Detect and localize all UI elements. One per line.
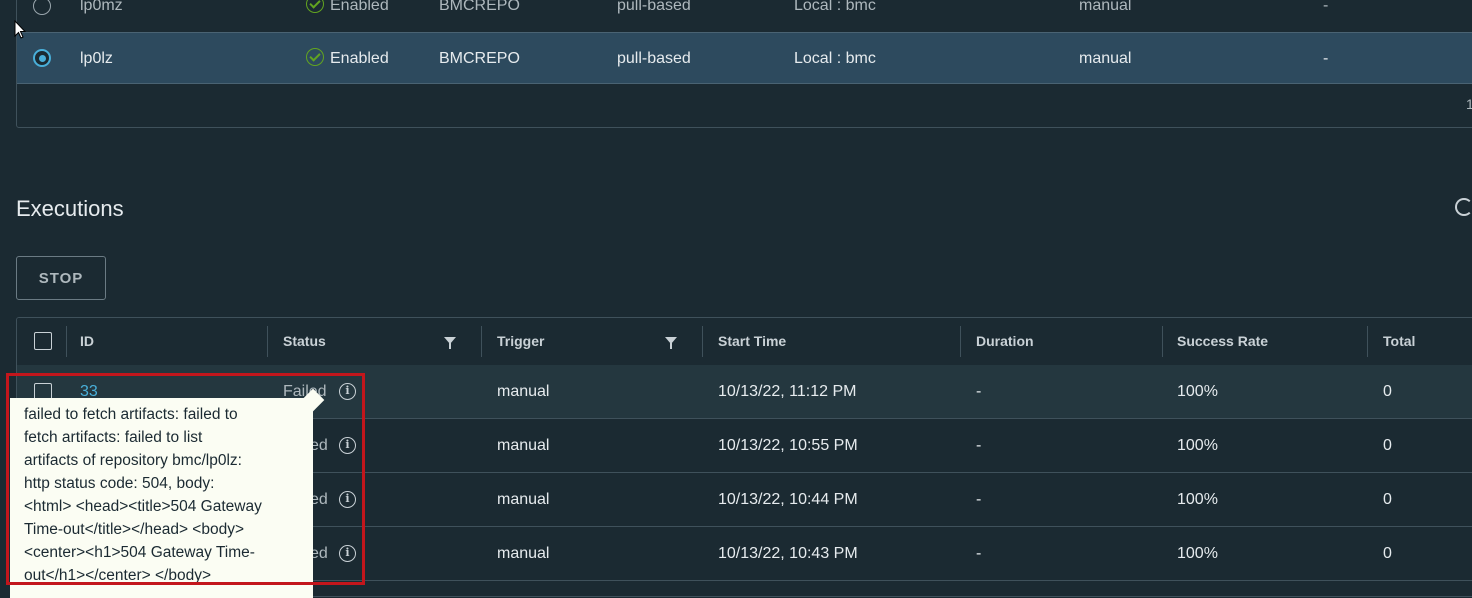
replication-row-lp0mz[interactable]: lp0mz Enabled BMCREPO pull-based Local :…: [17, 0, 1472, 32]
rule-name: lp0lz: [80, 50, 113, 67]
execution-duration: -: [976, 491, 982, 508]
row-radio[interactable]: [33, 0, 51, 15]
trigger-filter-icon[interactable]: [665, 337, 677, 349]
execution-trigger: manual: [497, 437, 550, 454]
rule-destination: Local : bmc: [794, 0, 876, 14]
rule-extra: -: [1323, 0, 1329, 14]
column-id[interactable]: ID: [80, 318, 94, 365]
column-success-rate[interactable]: Success Rate: [1177, 318, 1268, 365]
column-divider: [1162, 326, 1163, 357]
execution-total: 0: [1383, 545, 1392, 562]
column-divider: [960, 326, 961, 357]
rule-mode: pull-based: [617, 50, 691, 67]
rule-trigger: manual: [1079, 0, 1132, 14]
column-divider: [267, 326, 268, 357]
refresh-icon[interactable]: [1455, 198, 1472, 216]
execution-trigger: manual: [497, 491, 550, 508]
select-all-checkbox[interactable]: [34, 332, 52, 350]
column-divider: [66, 326, 67, 357]
mouse-cursor-icon: [14, 20, 26, 39]
execution-total: 0: [1383, 383, 1392, 400]
execution-success-rate: 100%: [1177, 437, 1218, 454]
column-trigger[interactable]: Trigger: [497, 318, 544, 365]
execution-start-time: 10/13/22, 10:43 PM: [718, 545, 858, 562]
execution-trigger: manual: [497, 383, 550, 400]
column-duration[interactable]: Duration: [976, 318, 1034, 365]
execution-success-rate: 100%: [1177, 545, 1218, 562]
column-start-time[interactable]: Start Time: [718, 318, 786, 365]
execution-start-time: 10/13/22, 10:55 PM: [718, 437, 858, 454]
rule-registry: BMCREPO: [439, 50, 520, 67]
rule-status: Enabled: [306, 33, 389, 85]
execution-start-time: 10/13/22, 11:12 PM: [718, 383, 857, 400]
replication-row-lp0lz[interactable]: lp0lz Enabled BMCREPO pull-based Local :…: [17, 32, 1472, 84]
execution-total: 0: [1383, 437, 1392, 454]
column-divider: [481, 326, 482, 357]
rule-trigger: manual: [1079, 50, 1132, 67]
execution-duration: -: [976, 437, 982, 454]
rule-destination: Local : bmc: [794, 50, 876, 67]
column-status[interactable]: Status: [283, 318, 326, 365]
column-divider: [1367, 326, 1368, 357]
rule-mode: pull-based: [617, 0, 691, 14]
column-total[interactable]: Total: [1383, 318, 1415, 365]
highlight-annotation: [6, 373, 365, 585]
check-circle-icon: [306, 47, 324, 66]
rule-status: Enabled: [306, 0, 389, 32]
rule-name: lp0mz: [80, 0, 123, 14]
execution-total: 0: [1383, 491, 1392, 508]
row-radio-selected[interactable]: [33, 49, 51, 67]
execution-duration: -: [976, 545, 982, 562]
execution-success-rate: 100%: [1177, 383, 1218, 400]
execution-success-rate: 100%: [1177, 491, 1218, 508]
pagination-indicator: 1: [1466, 96, 1472, 112]
status-filter-icon[interactable]: [444, 337, 456, 349]
rule-extra: -: [1323, 50, 1329, 67]
check-circle-icon: [306, 0, 324, 13]
execution-trigger: manual: [497, 545, 550, 562]
stop-button[interactable]: STOP: [16, 256, 106, 300]
grid-header: ID Status Trigger Start Time Duration Su…: [17, 318, 1472, 366]
execution-start-time: 10/13/22, 10:44 PM: [718, 491, 858, 508]
rule-registry: BMCREPO: [439, 0, 520, 14]
executions-title: Executions: [16, 196, 124, 221]
column-divider: [702, 326, 703, 357]
execution-duration: -: [976, 383, 982, 400]
